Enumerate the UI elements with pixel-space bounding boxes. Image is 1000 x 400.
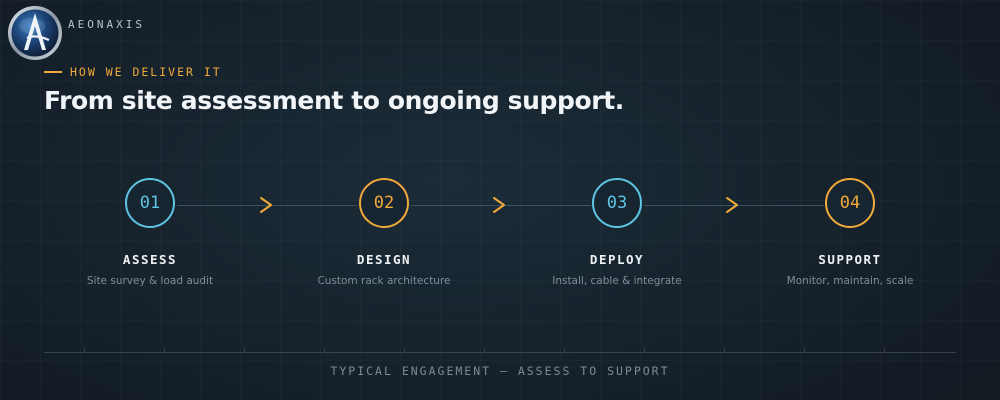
step-number-badge: 01 xyxy=(125,178,175,228)
step-description: Monitor, maintain, scale xyxy=(786,275,914,287)
step-title: ASSESS xyxy=(122,252,178,267)
process-step-deploy: 03 DEPLOY Install, cable & integrate xyxy=(517,178,717,287)
aeonaxis-logo-icon[interactable] xyxy=(6,4,64,62)
eyebrow-label: HOW WE DELIVER IT xyxy=(70,65,222,79)
eyebrow-accent-line xyxy=(44,71,62,73)
timeline-tick xyxy=(164,348,165,352)
process-step-support: 04 SUPPORT Monitor, maintain, scale xyxy=(750,178,950,287)
process-step-assess: 01 ASSESS Site survey & load audit xyxy=(50,178,250,287)
timeline-tick xyxy=(724,348,725,352)
chevron-right-icon xyxy=(260,197,272,213)
step-description: Custom rack architecture xyxy=(317,275,451,287)
step-number-badge: 03 xyxy=(592,178,642,228)
timeline-tick xyxy=(84,348,85,352)
brand-name[interactable]: AEONAXIS xyxy=(68,18,145,31)
section-headline: From site assessment to ongoing support. xyxy=(44,86,624,115)
step-title: DESIGN xyxy=(356,252,412,267)
step-description: Site survey & load audit xyxy=(86,275,214,287)
timeline-tick xyxy=(804,348,805,352)
timeline-tick xyxy=(484,348,485,352)
timeline-tick xyxy=(884,348,885,352)
timeline-caption: TYPICAL ENGAGEMENT — ASSESS TO SUPPORT xyxy=(330,364,670,378)
engagement-timeline-axis xyxy=(44,348,956,353)
chevron-right-icon xyxy=(493,197,505,213)
step-title: DEPLOY xyxy=(589,252,645,267)
timeline-tick xyxy=(564,348,565,352)
timeline-tick xyxy=(244,348,245,352)
step-number-badge: 02 xyxy=(359,178,409,228)
step-number-badge: 04 xyxy=(825,178,875,228)
timeline-tick xyxy=(404,348,405,352)
section-eyebrow: HOW WE DELIVER IT xyxy=(44,65,222,79)
step-title: SUPPORT xyxy=(818,252,882,267)
chevron-right-icon xyxy=(726,197,738,213)
timeline-tick xyxy=(644,348,645,352)
timeline-tick xyxy=(324,348,325,352)
step-description: Install, cable & integrate xyxy=(552,275,682,287)
process-step-design: 02 DESIGN Custom rack architecture xyxy=(284,178,484,287)
